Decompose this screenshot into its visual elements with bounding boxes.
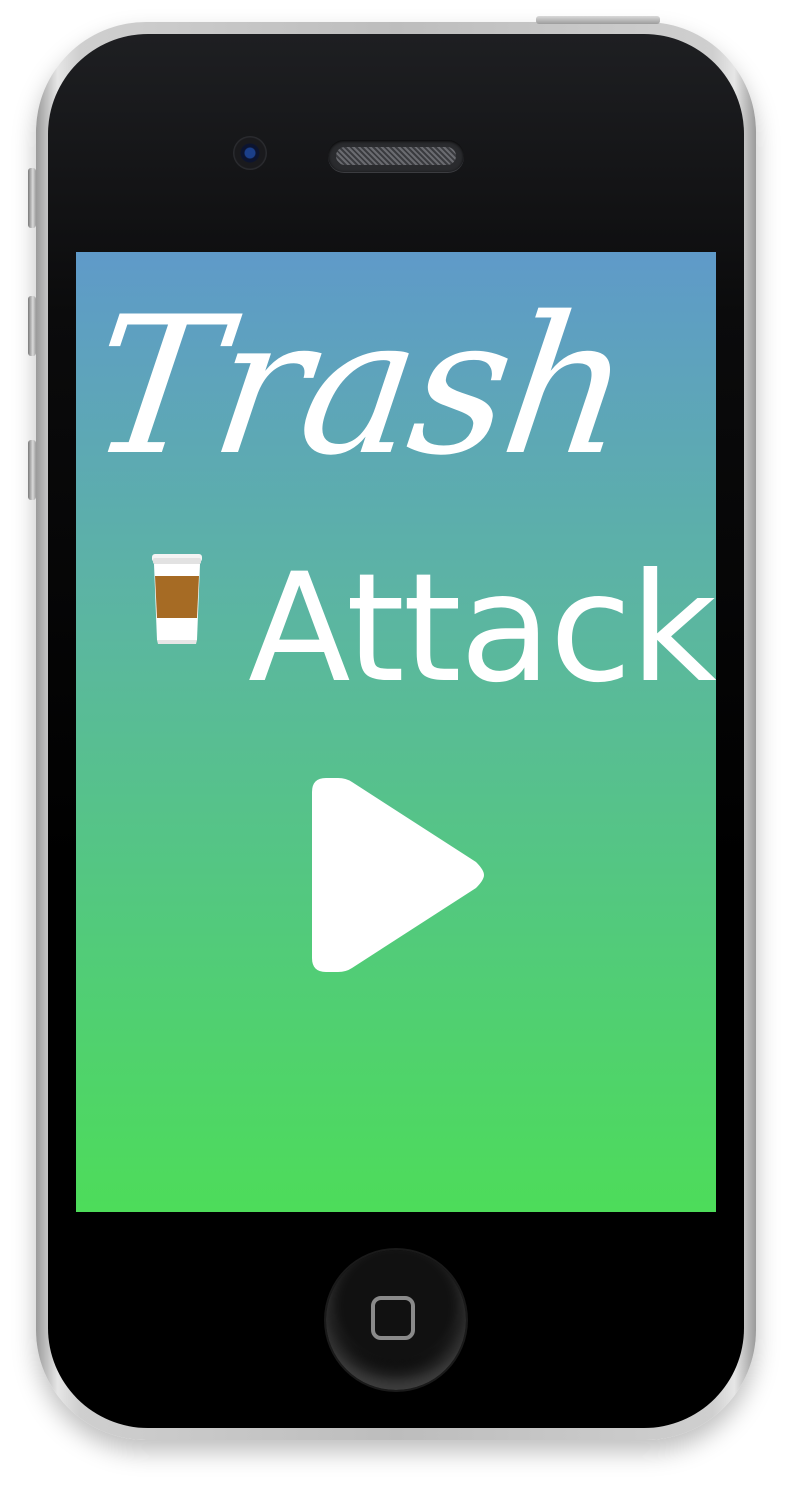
coffee-cup-icon	[152, 554, 202, 644]
earpiece-speaker-icon	[328, 140, 464, 172]
front-camera-icon	[233, 136, 267, 170]
play-icon	[312, 778, 484, 972]
title-attack: Attack	[248, 542, 716, 716]
mute-switch[interactable]	[28, 168, 36, 228]
volume-down-button[interactable]	[28, 440, 36, 500]
volume-up-button[interactable]	[28, 296, 36, 356]
home-button[interactable]	[326, 1250, 466, 1390]
sleep-wake-button[interactable]	[536, 16, 660, 24]
title-trash: Trash	[78, 276, 641, 497]
game-screen: Trash Attack	[76, 252, 716, 1212]
home-square-icon	[371, 1296, 415, 1340]
play-button[interactable]	[312, 776, 484, 974]
